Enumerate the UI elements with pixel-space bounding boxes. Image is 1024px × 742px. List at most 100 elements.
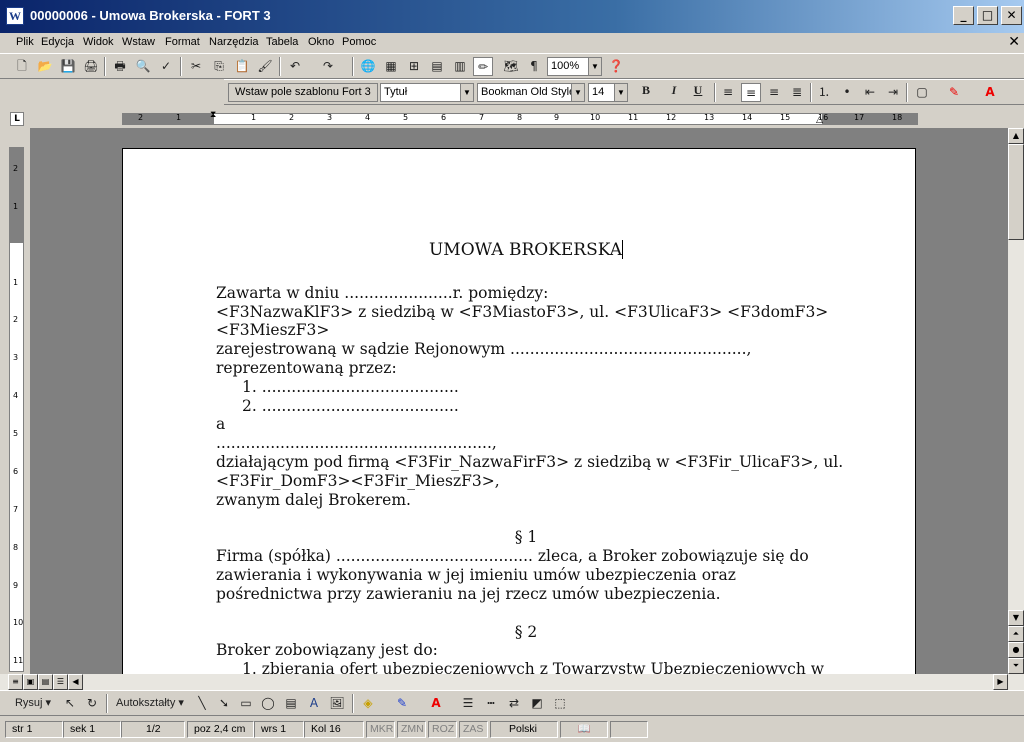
document-line[interactable]: reprezentowaną przez: [216, 359, 836, 378]
save-icon[interactable]: 💾 [58, 57, 78, 76]
document-map-icon[interactable]: 🗺 [501, 57, 521, 76]
wordart-icon[interactable]: A [304, 694, 324, 713]
size-combo[interactable]: 14 ▼ [588, 83, 628, 102]
autoshapes-menu-button[interactable]: Autokształty ▾ [112, 694, 188, 713]
menu-wstaw[interactable]: Wstaw [122, 36, 155, 48]
oval-icon[interactable]: ◯ [258, 694, 278, 713]
menu-format[interactable]: Format [165, 36, 200, 48]
align-left-icon[interactable]: ≡ [718, 83, 738, 102]
print-preview-icon[interactable]: 🔍 [133, 57, 153, 76]
maximize-button[interactable]: □ [977, 6, 998, 25]
word-document-icon[interactable]: W [6, 7, 24, 25]
show-formatting-icon[interactable]: ¶ [524, 57, 544, 76]
text-box-icon[interactable]: ▤ [281, 694, 301, 713]
tables-borders-icon[interactable]: ▦ [381, 57, 401, 76]
underline-button[interactable]: U [688, 83, 708, 102]
vertical-ruler[interactable]: 2 1 1 2 3 4 5 6 7 8 9 10 11 [9, 147, 24, 672]
style-combo[interactable]: Tytuł ▼ [380, 83, 474, 102]
columns-icon[interactable]: ▥ [450, 57, 470, 76]
document-line[interactable]: Broker zobowiązany jest do: [216, 641, 836, 660]
document-line[interactable]: ........................................… [216, 434, 836, 453]
borders-icon[interactable]: ▢ [912, 83, 932, 102]
normal-view-icon[interactable]: ≡ [8, 674, 23, 690]
menu-edycja[interactable]: Edycja [41, 36, 74, 48]
menu-plik[interactable]: Plik [16, 36, 34, 48]
justify-icon[interactable]: ≣ [787, 83, 807, 102]
insert-excel-icon[interactable]: ▤ [427, 57, 447, 76]
status-language[interactable]: Polski [490, 721, 558, 738]
free-rotate-icon[interactable]: ↻ [82, 694, 102, 713]
menu-widok[interactable]: Widok [83, 36, 114, 48]
scroll-up-icon[interactable]: ▲ [1008, 128, 1024, 144]
scroll-left-icon[interactable]: ◀ [68, 674, 83, 690]
document-title[interactable]: UMOWA BROKERSKA [216, 240, 836, 260]
status-ext[interactable]: ROZ [428, 721, 457, 738]
status-rec[interactable]: MKR [366, 721, 395, 738]
chevron-down-icon[interactable]: ▼ [460, 84, 473, 101]
list-item[interactable]: 2. .....................................… [216, 397, 836, 416]
spelling-icon[interactable]: ✓ [156, 57, 176, 76]
arrow-style-icon[interactable]: ⇄ [504, 694, 524, 713]
menu-tabela[interactable]: Tabela [266, 36, 298, 48]
print-icon[interactable]: 🖶 [110, 57, 130, 76]
format-painter-icon[interactable]: 🖌 [255, 57, 275, 76]
right-indent-marker-icon[interactable]: △ [816, 115, 823, 125]
document-line[interactable]: <F3Fir_DomF3><F3Fir_MieszF3>, [216, 472, 836, 491]
vertical-scrollbar[interactable]: ▲ ▼ ⏶ ● ⏷ [1008, 128, 1024, 674]
document-line[interactable]: Firma (spółka) .........................… [216, 547, 836, 566]
horizontal-scrollbar[interactable]: ≡ ▣ ▤ ☰ ◀ ▶ [0, 674, 1024, 690]
next-page-icon[interactable]: ⏷ [1008, 658, 1024, 674]
italic-button[interactable]: I [664, 83, 684, 102]
align-center-icon[interactable]: ≡ [741, 83, 761, 102]
menu-okno[interactable]: Okno [308, 36, 334, 48]
highlight-icon[interactable]: ✎ [944, 83, 964, 102]
menu-narzedzia[interactable]: Narzędzia [209, 36, 259, 48]
line-color-icon[interactable]: ✎ [392, 694, 412, 713]
drawing-icon[interactable]: ✏ [473, 57, 493, 76]
draw-menu-button[interactable]: Rysuj ▾ [12, 694, 54, 713]
document-line[interactable]: pośrednictwa przy zawieraniu na jej rzec… [216, 585, 836, 604]
paste-icon[interactable]: 📋 [232, 57, 252, 76]
3d-icon[interactable]: ⬚ [550, 694, 570, 713]
insert-table-icon[interactable]: ⊞ [404, 57, 424, 76]
chevron-down-icon[interactable]: ▼ [571, 84, 584, 101]
document-close-icon[interactable]: ✕ [1008, 34, 1020, 50]
close-button[interactable]: ✕ [1001, 6, 1022, 25]
cut-icon[interactable]: ✂ [186, 57, 206, 76]
line-style-icon[interactable]: ☰ [458, 694, 478, 713]
insert-picture-icon[interactable]: 🖼 [327, 694, 347, 713]
chevron-down-icon[interactable]: ▼ [588, 58, 601, 75]
status-trk[interactable]: ZMN [397, 721, 426, 738]
open-icon[interactable]: 📂 [35, 57, 55, 76]
document-line[interactable]: <F3MieszF3> [216, 321, 836, 340]
permission-icon[interactable]: 🖨 [81, 57, 101, 76]
document-line[interactable]: zawierania i wykonywania w jej imieniu u… [216, 566, 836, 585]
list-item[interactable]: 1. .....................................… [216, 378, 836, 397]
shadow-icon[interactable]: ◩ [527, 694, 547, 713]
section-heading[interactable]: § 1 [216, 528, 836, 547]
hyperlink-icon[interactable]: 🌐 [358, 57, 378, 76]
document-line[interactable]: a [216, 415, 836, 434]
document-area[interactable]: UMOWA BROKERSKA Zawarta w dniu .........… [30, 128, 1008, 674]
document-body[interactable]: UMOWA BROKERSKA Zawarta w dniu .........… [216, 240, 843, 674]
document-line[interactable]: zarejestrowaną w sądzie Rejonowym ......… [216, 340, 836, 359]
select-browse-object-icon[interactable]: ● [1008, 642, 1024, 658]
font-combo[interactable]: Bookman Old Style ▼ [477, 83, 585, 102]
bold-button[interactable]: B [636, 83, 656, 102]
font-color-icon[interactable]: A [980, 83, 1000, 102]
chevron-down-icon[interactable]: ▼ [614, 84, 627, 101]
horizontal-ruler[interactable]: 2 1 1 2 3 4 5 6 7 8 9 10 11 12 13 14 15 … [0, 110, 1024, 128]
fill-color-icon[interactable]: ◈ [358, 694, 378, 713]
increase-indent-icon[interactable]: ⇥ [883, 83, 903, 102]
insert-fort-field-button[interactable]: Wstaw pole szablonu Fort 3 [228, 83, 378, 102]
help-icon[interactable]: ❓ [606, 57, 626, 76]
scroll-down-icon[interactable]: ▼ [1008, 610, 1024, 626]
scroll-right-icon[interactable]: ▶ [993, 674, 1008, 690]
undo-icon[interactable]: ↶ [285, 57, 305, 76]
previous-page-icon[interactable]: ⏶ [1008, 626, 1024, 642]
dash-style-icon[interactable]: ┅ [481, 694, 501, 713]
zoom-combo[interactable]: 100% ▼ [547, 57, 602, 76]
spelling-status-icon[interactable]: 📖 [560, 721, 608, 738]
document-line[interactable]: działającym pod firmą <F3Fir_NazwaFirF3>… [216, 453, 843, 472]
redo-icon[interactable]: ↷ [318, 57, 338, 76]
